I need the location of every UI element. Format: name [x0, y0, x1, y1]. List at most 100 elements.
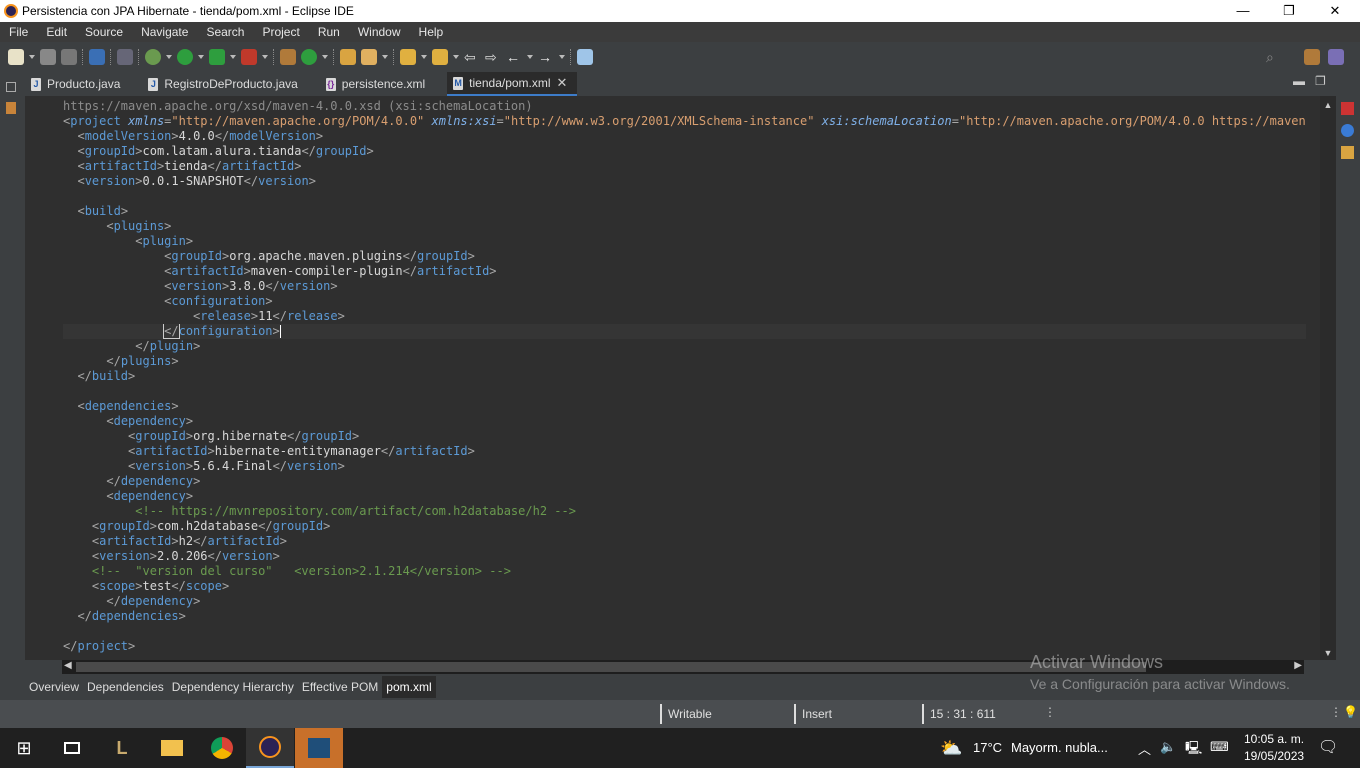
code-line[interactable]: 9 <plugin> — [63, 234, 1306, 249]
tab-dependency-hierarchy[interactable]: Dependency Hierarchy — [168, 676, 298, 698]
menu-file[interactable]: File — [0, 25, 37, 39]
code-line[interactable]: 2 <modelVersion>4.0.0</modelVersion> — [63, 129, 1306, 144]
code-line[interactable]: 1<project xmlns="http://maven.apache.org… — [63, 114, 1306, 129]
skip-breakpoints-icon[interactable] — [117, 49, 133, 65]
save-icon[interactable] — [40, 49, 56, 65]
taskbar-mysql-workbench[interactable] — [295, 728, 343, 768]
outline-icon[interactable] — [6, 102, 16, 114]
debug-perspective-icon[interactable] — [1328, 49, 1344, 65]
code-line[interactable]: 10 <groupId>org.apache.maven.plugins</gr… — [63, 249, 1306, 264]
scroll-left-icon[interactable]: ◀ — [64, 660, 72, 671]
terminal-icon[interactable] — [89, 49, 105, 65]
code-line[interactable]: 33 </dependency> — [63, 594, 1306, 609]
taskbar-file-explorer[interactable] — [148, 728, 196, 768]
code-line[interactable]: 3 <groupId>com.latam.alura.tianda</group… — [63, 144, 1306, 159]
task-view-button[interactable] — [48, 728, 96, 768]
open-type-icon[interactable] — [340, 49, 356, 65]
problems-icon[interactable] — [1341, 102, 1354, 115]
menu-window[interactable]: Window — [349, 25, 410, 39]
taskbar-chrome[interactable] — [198, 728, 246, 768]
menu-search[interactable]: Search — [197, 25, 253, 39]
new-class-icon[interactable] — [301, 49, 317, 65]
code-line[interactable]: 34 </dependencies> — [63, 609, 1306, 624]
scroll-down-icon[interactable]: ▼ — [1320, 646, 1336, 660]
code-line[interactable]: 4 <artifactId>tienda</artifactId> — [63, 159, 1306, 174]
weather-text[interactable]: Mayorm. nubla... — [1011, 740, 1108, 755]
maximize-button[interactable]: ❐ — [1266, 0, 1312, 22]
code-line[interactable]: 18 </build> — [63, 369, 1306, 384]
maximize-editor-icon[interactable]: ❐ — [1315, 74, 1326, 88]
status-menu-icon[interactable]: ⋮ — [1044, 705, 1056, 719]
forward-icon[interactable]: → — [538, 49, 554, 65]
code-line[interactable]: 17 </plugins> — [63, 354, 1306, 369]
code-line[interactable]: 30 <version>2.0.206</version> — [63, 549, 1306, 564]
menu-navigate[interactable]: Navigate — [132, 25, 197, 39]
code-line[interactable]: 14 <release>11</release> — [63, 309, 1306, 324]
menu-edit[interactable]: Edit — [37, 25, 76, 39]
volume-icon[interactable]: 🔈 — [1160, 739, 1176, 755]
code-line[interactable]: 24 <version>5.6.4.Final</version> — [63, 459, 1306, 474]
java-perspective-icon[interactable] — [1304, 49, 1320, 65]
scroll-up-icon[interactable]: ▲ — [1320, 98, 1336, 112]
search-icon[interactable]: ⌕ — [1266, 49, 1282, 65]
code-line[interactable]: 8 <plugins> — [63, 219, 1306, 234]
back-icon[interactable]: ← — [506, 49, 522, 65]
run-icon[interactable] — [177, 49, 193, 65]
code-area[interactable]: https://maven.apache.org/xsd/maven-4.0.0… — [63, 99, 1306, 654]
code-line[interactable]: 29 <artifactId>h2</artifactId> — [63, 534, 1306, 549]
code-line[interactable]: 23 <artifactId>hibernate-entitymanager</… — [63, 444, 1306, 459]
code-line[interactable]: 6 — [63, 189, 1306, 204]
debug-icon[interactable] — [145, 49, 161, 65]
minimize-editor-icon[interactable]: ▬ — [1293, 74, 1305, 88]
notifications-icon[interactable]: 🗨 — [1318, 737, 1338, 757]
menu-source[interactable]: Source — [76, 25, 132, 39]
show-hidden-icons-icon[interactable]: ︿ — [1138, 739, 1151, 758]
code-line[interactable]: 7 <build> — [63, 204, 1306, 219]
last-edit-icon[interactable]: ⇦ — [464, 49, 480, 65]
code-line[interactable]: 28 <groupId>com.h2database</groupId> — [63, 519, 1306, 534]
code-line[interactable]: 26 <dependency> — [63, 489, 1306, 504]
clock-time[interactable]: 10:05 a. m. — [1244, 732, 1304, 746]
scroll-right-icon[interactable]: ▶ — [1294, 660, 1302, 671]
external-tools-icon[interactable] — [241, 49, 257, 65]
code-line[interactable]: 11 <artifactId>maven-compiler-plugin</ar… — [63, 264, 1306, 279]
code-line[interactable]: 20 <dependencies> — [63, 399, 1306, 414]
code-line[interactable]: 15 </configuration> — [63, 324, 1306, 339]
save-all-icon[interactable] — [61, 49, 77, 65]
previous-annotation-icon[interactable] — [432, 49, 448, 65]
next-annotation-icon[interactable] — [400, 49, 416, 65]
restore-icon[interactable] — [6, 82, 16, 92]
weather-icon[interactable]: ⛅ — [940, 738, 962, 759]
menu-run[interactable]: Run — [309, 25, 349, 39]
scroll-thumb[interactable] — [76, 662, 1146, 672]
code-line[interactable]: 31 <!-- "version del curso" <version>2.1… — [63, 564, 1306, 579]
menu-project[interactable]: Project — [253, 25, 308, 39]
code-line[interactable]: 12 <version>3.8.0</version> — [63, 279, 1306, 294]
status-menu-icon[interactable]: ⋮ — [1330, 705, 1342, 719]
declaration-icon[interactable] — [1341, 146, 1354, 159]
tab-overview[interactable]: Overview — [25, 676, 83, 698]
close-tab-icon[interactable]: ✕ — [557, 75, 568, 91]
search-pen-icon[interactable] — [361, 49, 377, 65]
taskbar-league-app[interactable]: L — [98, 728, 146, 768]
code-line[interactable]: 5 <version>0.0.1-SNAPSHOT</version> — [63, 174, 1306, 189]
code-line[interactable]: 32 <scope>test</scope> — [63, 579, 1306, 594]
forward-edit-icon[interactable]: ⇨ — [485, 49, 501, 65]
code-line[interactable]: 21 <dependency> — [63, 414, 1306, 429]
minimize-button[interactable]: — — [1220, 0, 1266, 22]
tab-dependencies[interactable]: Dependencies — [83, 676, 168, 698]
code-line[interactable]: 19 — [63, 384, 1306, 399]
new-icon[interactable] — [8, 49, 24, 65]
network-icon[interactable]: 🖳 — [1185, 739, 1202, 761]
code-line[interactable]: 16 </plugin> — [63, 339, 1306, 354]
code-line[interactable]: 27 <!-- https://mvnrepository.com/artifa… — [63, 504, 1306, 519]
new-package-icon[interactable] — [280, 49, 296, 65]
taskbar-eclipse[interactable] — [246, 728, 294, 768]
code-line[interactable]: 35 — [63, 624, 1306, 639]
code-line[interactable]: 13 <configuration> — [63, 294, 1306, 309]
tip-lightbulb-icon[interactable]: 💡 — [1343, 705, 1358, 719]
close-button[interactable]: ✕ — [1312, 0, 1358, 22]
code-line[interactable]: 25 </dependency> — [63, 474, 1306, 489]
code-line[interactable]: 22 <groupId>org.hibernate</groupId> — [63, 429, 1306, 444]
clock-date[interactable]: 19/05/2023 — [1244, 749, 1304, 763]
